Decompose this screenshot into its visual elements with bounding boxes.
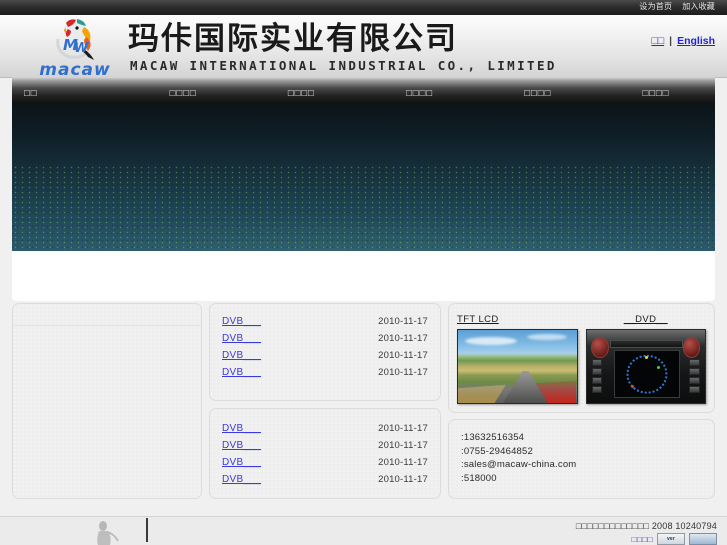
car-dvd-unit-photo	[586, 330, 705, 403]
cloud-shape	[526, 333, 568, 341]
news-date: 2010-11-17	[378, 333, 428, 344]
footer-badge-text[interactable]: ver	[657, 533, 685, 545]
hero-banner	[12, 103, 715, 251]
contact-list: :13632516354 :0755-29464852 :sales@macaw…	[449, 420, 714, 486]
unit-button	[591, 386, 603, 394]
lang-english-link[interactable]: English	[677, 35, 715, 47]
unit-button	[591, 359, 603, 367]
lang-separator: |	[669, 35, 673, 47]
product-grid: TFT LCD __DVD__	[449, 304, 714, 412]
product-title-tft-lcd[interactable]: TFT LCD	[457, 314, 578, 325]
main-navigation: □□ □□□□ □□□□ □□□□ □□□□ □□□□	[12, 77, 715, 103]
list-item[interactable]: DVB___ 2010-11-17	[222, 474, 428, 491]
footer-badges: □□□□ ver	[576, 533, 717, 545]
top-utility-bar: 设为首页 加入收藏	[0, 0, 727, 16]
certification-badge-icon[interactable]	[689, 533, 717, 545]
news-date: 2010-11-17	[378, 423, 428, 434]
contact-mobile: :13632516354	[461, 432, 525, 443]
field-shape	[458, 384, 506, 403]
banner-texture	[12, 165, 715, 251]
button-column-right	[689, 359, 700, 394]
news-link[interactable]: DVB___	[222, 350, 261, 361]
news-list-two: DVB___ 2010-11-17 DVB___ 2010-11-17 DVB_…	[210, 409, 440, 491]
nav-item-6[interactable]: □□□□	[597, 88, 715, 103]
nav-item-home[interactable]: □□	[12, 88, 124, 103]
site-footer: □□□□□□□□□□□□□ 2008 10240794 □□□□ ver	[0, 517, 727, 545]
list-item[interactable]: DVB___ 2010-11-17	[222, 333, 428, 350]
news-date: 2010-11-17	[378, 350, 428, 361]
news-date: 2010-11-17	[378, 474, 428, 485]
list-item[interactable]: DVB___ 2010-11-17	[222, 423, 428, 440]
unit-button	[591, 368, 603, 376]
footer-vertical-divider	[146, 518, 148, 542]
unit-button	[689, 359, 700, 367]
news-link[interactable]: DVB___	[222, 457, 261, 468]
unit-button	[591, 377, 603, 385]
news-link[interactable]: DVB___	[222, 333, 261, 344]
list-item[interactable]: DVB___ 2010-11-17	[222, 440, 428, 457]
footer-right-block: □□□□□□□□□□□□□ 2008 10240794 □□□□ ver	[576, 521, 717, 545]
news-list-one: DVB___ 2010-11-17 DVB___ 2010-11-17 DVB_…	[210, 304, 440, 384]
site-header: M W macaw 玛佧国际实业有限公司 MACAW INTERNATIONAL…	[0, 15, 727, 78]
news-date: 2010-11-17	[378, 316, 428, 327]
nav-item-2[interactable]: □□□□	[124, 88, 242, 103]
tft-lcd-image[interactable]	[457, 329, 578, 404]
contact-telephone: :0755-29464852	[461, 445, 534, 457]
top-utility-links: 设为首页 加入收藏	[639, 1, 715, 13]
dvd-image[interactable]	[585, 329, 706, 404]
left-side-panel	[12, 303, 202, 499]
news-link[interactable]: DVB___	[222, 423, 261, 434]
svg-text:W: W	[74, 41, 89, 56]
news-link[interactable]: DVB___	[222, 316, 261, 327]
company-name-en: MACAW INTERNATIONAL INDUSTRIAL CO., LIMI…	[130, 58, 557, 73]
footer-copyright: □□□□□□□□□□□□□ 2008 10240794	[575, 521, 717, 531]
news-date: 2010-11-17	[378, 457, 428, 468]
nav-item-5[interactable]: □□□□	[479, 88, 597, 103]
unit-screen	[613, 349, 680, 399]
knob-left-icon	[591, 337, 609, 359]
language-switcher: □□ | English	[651, 35, 715, 47]
contact-zipcode: :518000	[461, 472, 497, 484]
company-name-cn: 玛佧国际实业有限公司	[128, 21, 458, 57]
list-item[interactable]: DVB___ 2010-11-17	[222, 367, 428, 384]
product-cell-dvd[interactable]: __DVD__	[585, 314, 707, 404]
landscape-photo	[458, 330, 577, 403]
logo-wordmark: macaw	[39, 60, 111, 78]
nav-item-3[interactable]: □□□□	[242, 88, 360, 103]
set-homepage-link[interactable]: 设为首页	[639, 1, 672, 13]
content-white-band	[12, 251, 715, 301]
unit-button	[689, 377, 700, 385]
knob-right-icon	[682, 337, 701, 359]
contact-panel: :13632516354 :0755-29464852 :sales@macaw…	[448, 419, 715, 499]
news-date: 2010-11-17	[378, 440, 428, 451]
list-item[interactable]: DVB___ 2010-11-17	[222, 316, 428, 333]
footer-badge-link[interactable]: □□□□	[632, 535, 653, 544]
news-link[interactable]: DVB___	[222, 474, 261, 485]
person-figure-watermark-icon	[97, 521, 119, 545]
news-panel-two: DVB___ 2010-11-17 DVB___ 2010-11-17 DVB_…	[209, 408, 441, 499]
list-item[interactable]: DVB___ 2010-11-17	[222, 350, 428, 367]
news-date: 2010-11-17	[378, 367, 428, 378]
site-logo[interactable]: M W macaw	[18, 16, 130, 78]
news-link[interactable]: DVB___	[222, 367, 261, 378]
cloud-shape	[465, 337, 518, 346]
news-link[interactable]: DVB___	[222, 440, 261, 451]
news-panel-one: DVB___ 2010-11-17 DVB___ 2010-11-17 DVB_…	[209, 303, 441, 401]
macaw-bird-icon: M W	[56, 19, 94, 60]
unit-button	[689, 386, 700, 394]
dial-dot	[656, 365, 660, 369]
add-favorite-link[interactable]: 加入收藏	[682, 1, 715, 13]
button-column-left	[591, 359, 603, 394]
product-cell-tft-lcd[interactable]: TFT LCD	[457, 314, 578, 404]
contact-email: :sales@macaw-china.com	[461, 459, 577, 470]
lang-chinese-link[interactable]: □□	[651, 35, 664, 47]
list-item[interactable]: DVB___ 2010-11-17	[222, 457, 428, 474]
page-root: 设为首页 加入收藏 M W macaw 玛佧国际实业有限公司 MACAW INT…	[0, 0, 727, 545]
nav-item-4[interactable]: □□□□	[360, 88, 478, 103]
products-panel: TFT LCD __DVD__	[448, 303, 715, 413]
product-title-dvd[interactable]: __DVD__	[586, 314, 707, 325]
disc-slot	[610, 340, 684, 349]
left-panel-header	[13, 304, 201, 326]
unit-button	[689, 368, 700, 376]
